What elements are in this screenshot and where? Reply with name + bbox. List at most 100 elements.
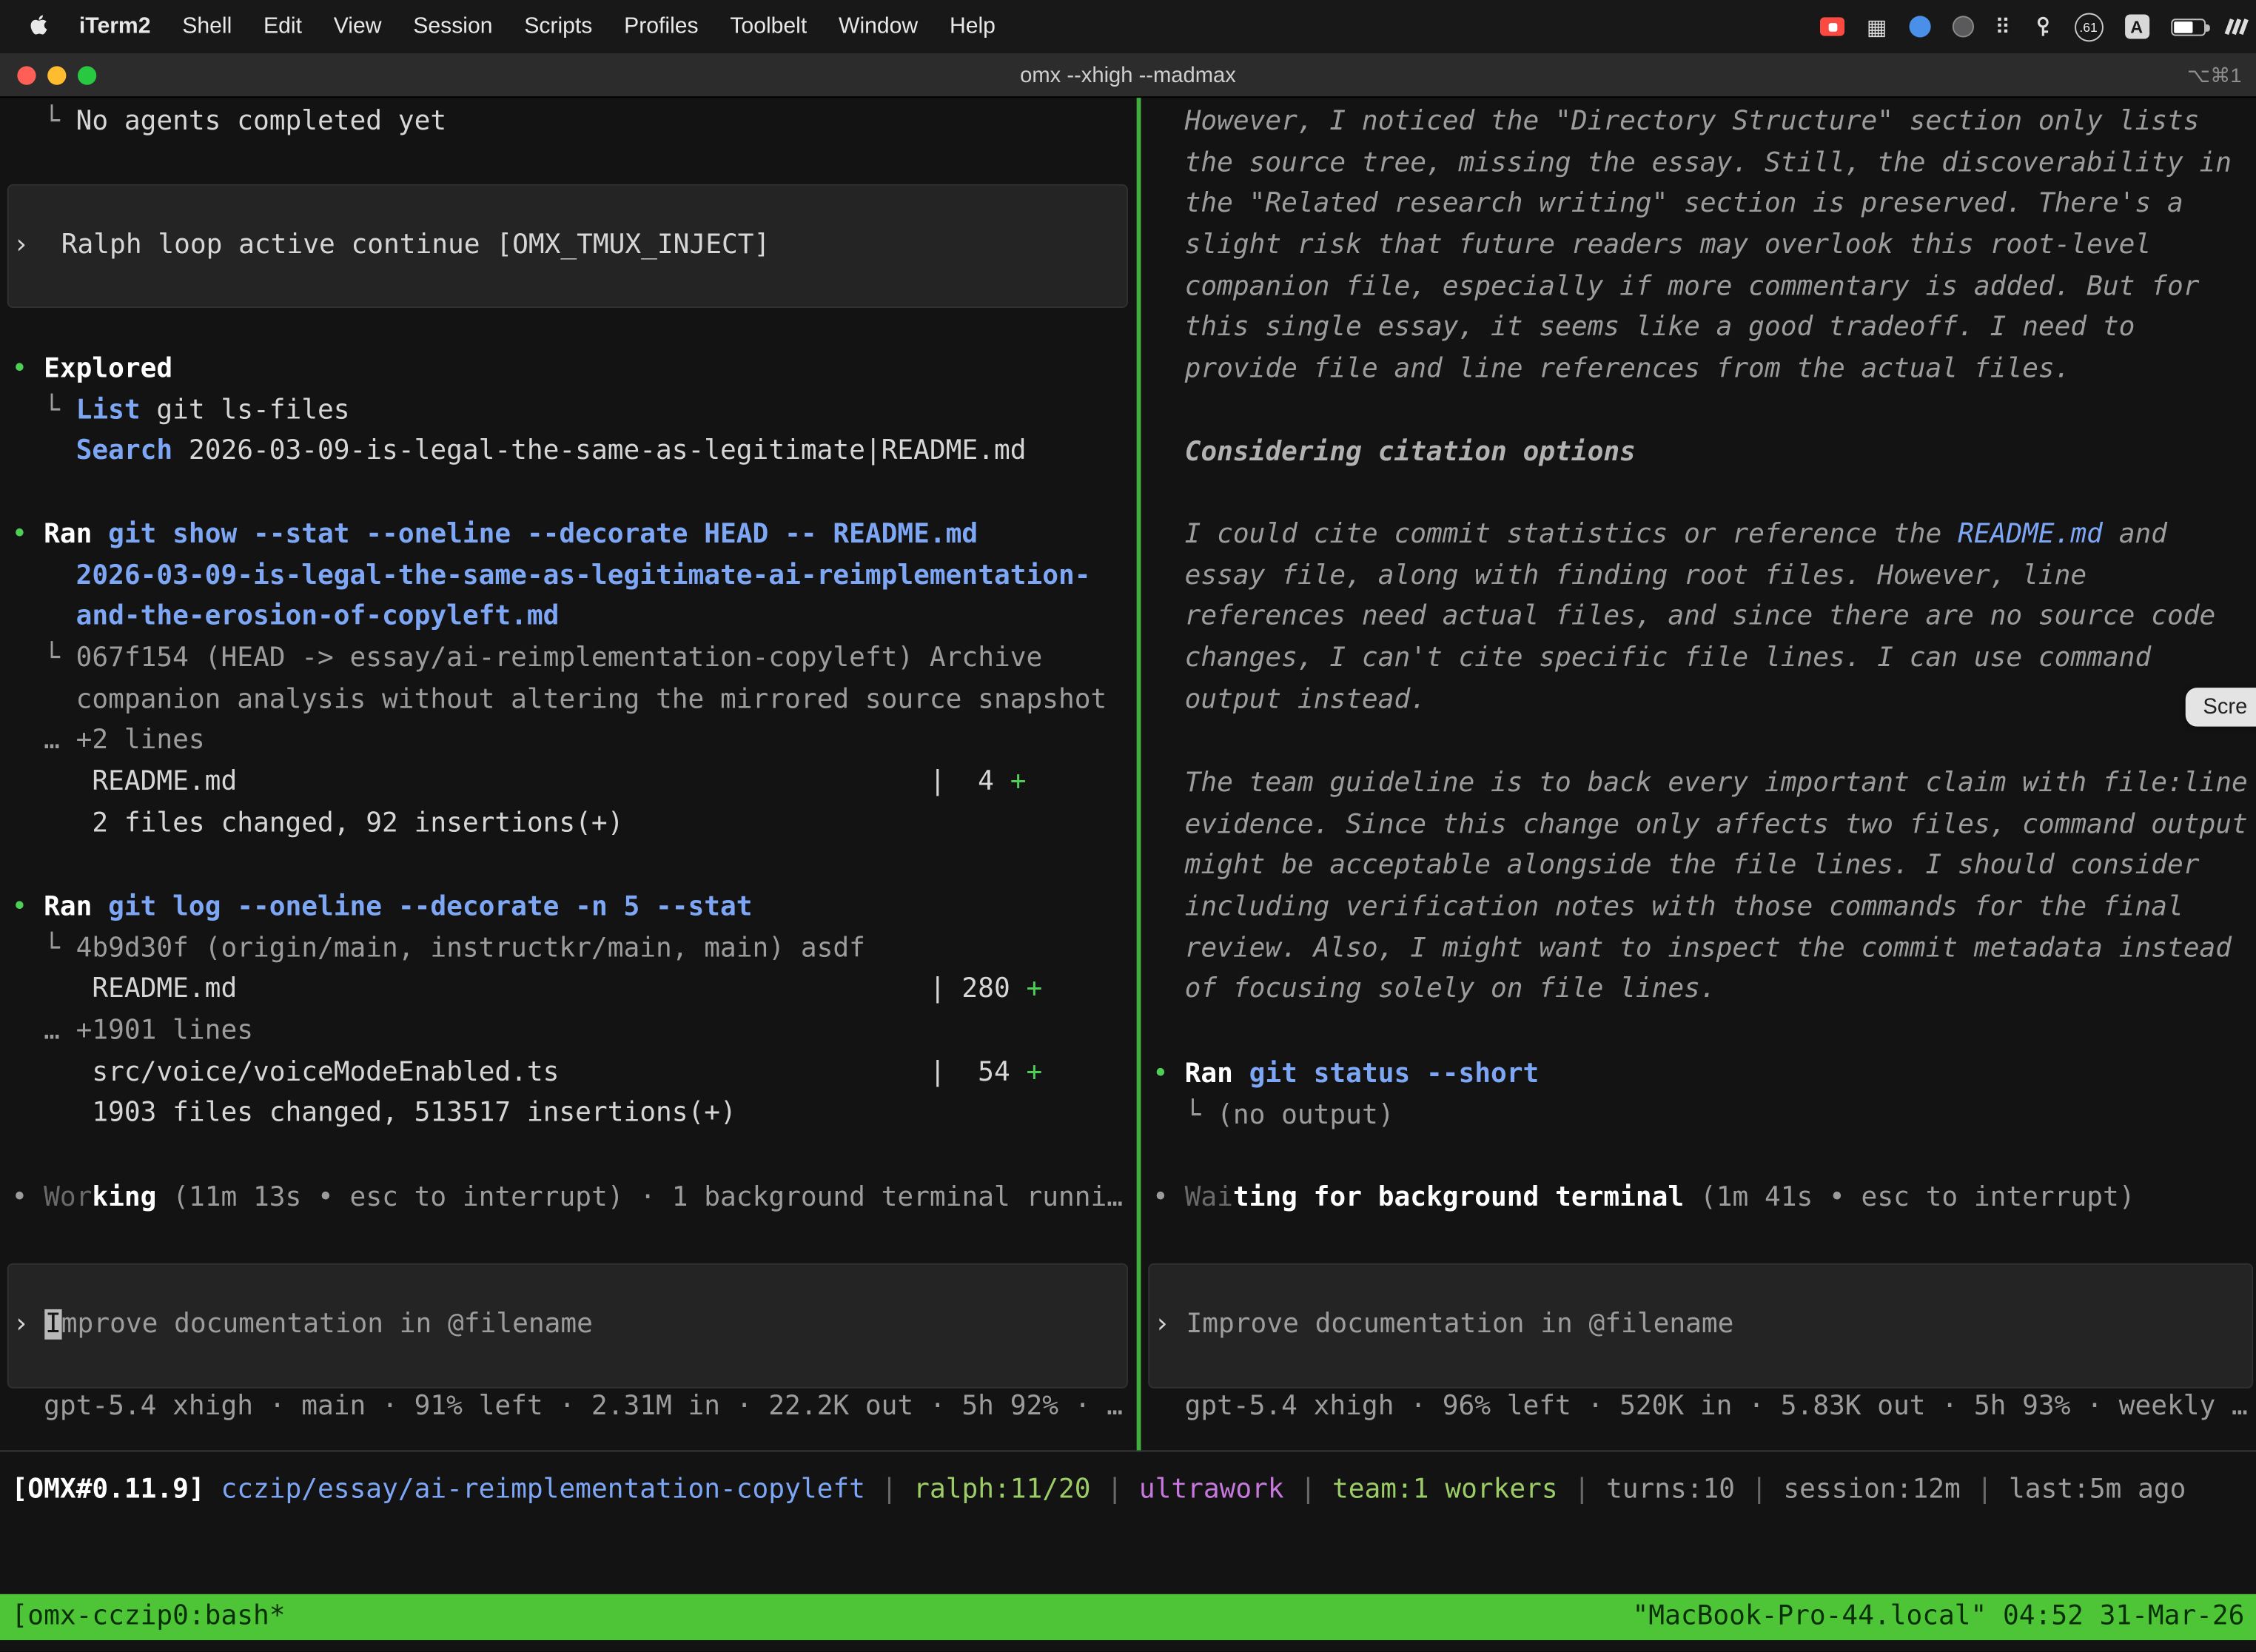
text-segment: gpt-5.4 xhigh · main · 91% left · 2.31M … [12,1391,1123,1422]
terminal-line: • Ran git show --stat --oneline --decora… [12,515,1137,557]
text-segment: 1903 files changed, 513517 insertions(+) [12,1098,736,1129]
ralph-counter: ralph:11/20 [913,1474,1090,1505]
terminal-line: essay file, along with finding root file… [1152,557,2256,598]
text-segment: + [1010,767,1027,797]
text-segment: | [1091,1474,1139,1505]
menubar-status-icons: ▦ ⠿ .61 A [1821,0,2245,53]
left-terminal-pane[interactable]: └ No agents completed yet › Ralph loop a… [0,98,1137,1451]
terminal-line: └ (no output) [1152,1096,2256,1138]
dots-grid-icon[interactable]: ⠿ [1995,13,2010,39]
horizontal-separator [0,1450,2256,1451]
gauge-icon[interactable]: .61 [2074,13,2103,41]
screen-recording-stop-icon[interactable] [1821,17,1845,36]
text-segment: the "Related research writing" section i… [1152,189,2183,219]
text-segment: companion file, especially if more comme… [1152,272,2199,302]
bullet: • [12,892,44,922]
branch-path: cczip/essay/ai-reimplementation-copyleft [221,1474,865,1505]
text-segment: git status --short [1249,1059,1540,1089]
terminal-line: └ No agents completed yet [12,102,1137,144]
apple-menu-icon[interactable] [0,14,64,38]
terminal-line: Search 2026-03-09-is-legal-the-same-as-l… [12,432,1137,474]
menu-edit[interactable]: Edit [248,13,318,39]
text-segment: README.md | 4 [12,767,1010,797]
tree-branch: └ [1152,1100,1217,1130]
battery-icon[interactable] [2170,18,2205,35]
ralph-loop-banner[interactable]: › Ralph loop active continue [OMX_TMUX_I… [7,184,1128,308]
omx-status-line: [OMX#0.11.9] cczip/essay/ai-reimplementa… [0,1471,2256,1512]
app-icon-blue[interactable] [1909,16,1930,37]
window-titlebar[interactable]: omx --xhigh --madmax ⌥⌘1 [0,53,2256,98]
text-segment: gpt-5.4 xhigh · 96% left · 520K in · 5.8… [1152,1391,2248,1422]
text-segment: output instead. [1152,685,1426,715]
prompt-input-right[interactable]: › Improve documentation in @filename [1148,1263,2253,1389]
omx-version: [OMX#0.11.9] [12,1474,221,1505]
text-segment: 4b9d30f (origin/main, instructkr/main, m… [76,933,865,964]
text-segment: (1m 41s • esc to interrupt) [1684,1183,2135,1213]
terminal-line: … +2 lines [12,722,1137,763]
terminal-line: gpt-5.4 xhigh · main · 91% left · 2.31M … [12,1387,1137,1428]
menu-view[interactable]: View [318,13,397,39]
git-log-block: • Ran git log --oneline --decorate -n 5 … [0,887,1137,1135]
prompt-input-left[interactable]: › Improve documentation in @filename [7,1263,1128,1389]
terminal-line: gpt-5.4 xhigh · 96% left · 520K in · 5.8… [1152,1387,2256,1428]
text-segment: (no output) [1217,1100,1394,1130]
text-segment: git ls-files [141,395,350,426]
text-segment: + [1026,1057,1042,1087]
window-shortcut: ⌥⌘1 [2187,53,2242,98]
terminal-line: might be acceptable alongside the file l… [1152,847,2256,888]
text-segment: … +1901 lines [12,1015,253,1046]
menu-shell[interactable]: Shell [167,13,248,39]
terminal-line: … +1901 lines [12,1012,1137,1053]
key-icon[interactable] [2032,16,2052,37]
terminal-line: 2026-03-09-is-legal-the-same-as-legitima… [12,557,1137,598]
text-segment: List [76,395,141,426]
text-segment: review. Also, I might want to inspect th… [1152,933,2232,964]
terminal-line: • Explored [12,349,1137,391]
terminal-line: › Ralph loop active continue [OMX_TMUX_I… [13,226,1127,267]
tree-branch: └ [12,107,76,137]
menu-session[interactable]: Session [397,13,508,39]
text-segment: | [1284,1474,1332,1505]
terminal-line: including verification notes with those … [1152,887,2256,929]
overlay-button-label: Scre [2203,695,2247,719]
working-status-line: • Working (11m 13s • esc to interrupt) ·… [0,1178,1137,1220]
text-segment: changes, I can't cite specific file line… [1152,643,2151,674]
reasoning-paragraph-3: The team guideline is to back every impo… [1141,764,2256,1012]
text-segment: | [1961,1474,2009,1505]
text-segment: and-the-erosion-of-copyleft.md [76,602,560,632]
window-grid-icon[interactable]: ▦ [1867,13,1887,39]
terminal-line: › Improve documentation in @filename [1154,1305,2252,1346]
terminal-line: the "Related research writing" section i… [1152,185,2256,226]
input-source-icon[interactable]: A [2124,14,2149,38]
slant-bars-icon[interactable] [2226,19,2244,34]
menu-scripts[interactable]: Scripts [508,13,608,39]
mode-label: ultrawork [1139,1474,1284,1505]
menu-bar: iTerm2ShellEditViewSessionScriptsProfile… [0,0,2256,53]
team-counter: team:1 workers [1332,1474,1558,1505]
text-segment: | [1558,1474,1606,1505]
gauge-value: .61 [2079,19,2097,33]
model-status-left: gpt-5.4 xhigh · main · 91% left · 2.31M … [0,1387,1137,1428]
menu-window[interactable]: Window [823,13,934,39]
tmux-session-label[interactable]: [omx-cczip0:bash* [12,1594,286,1640]
text-segment: companion analysis without altering the … [12,685,1107,715]
explored-block: • Explored └ List git ls-files Search 20… [0,349,1137,473]
terminal-line: The team guideline is to back every impo… [1152,764,2256,805]
text-segment [12,437,76,467]
screen-share-overlay-button[interactable]: Scre [2186,688,2256,726]
menu-toolbelt[interactable]: Toolbelt [714,13,823,39]
menu-iterm2[interactable]: iTerm2 [64,13,167,39]
bullet: • [12,1183,44,1213]
right-terminal-pane[interactable]: However, I noticed the "Directory Struct… [1141,98,2256,1451]
terminal-line: I could cite commit statistics or refere… [1152,515,2256,557]
terminal-line: › Improve documentation in @filename [13,1305,1127,1346]
bullet: • [1152,1059,1185,1089]
text-segment: No agents completed yet [76,107,447,137]
menu-profiles[interactable]: Profiles [608,13,714,39]
terminal-line: • Waiting for background terminal (1m 41… [1152,1178,2256,1220]
app-icon-dark[interactable] [1952,16,1973,37]
menu-help[interactable]: Help [934,13,1012,39]
terminal-line: references need actual files, and since … [1152,597,2256,639]
text-segment: Wor [44,1183,92,1213]
terminal-line: └ List git ls-files [12,391,1137,432]
